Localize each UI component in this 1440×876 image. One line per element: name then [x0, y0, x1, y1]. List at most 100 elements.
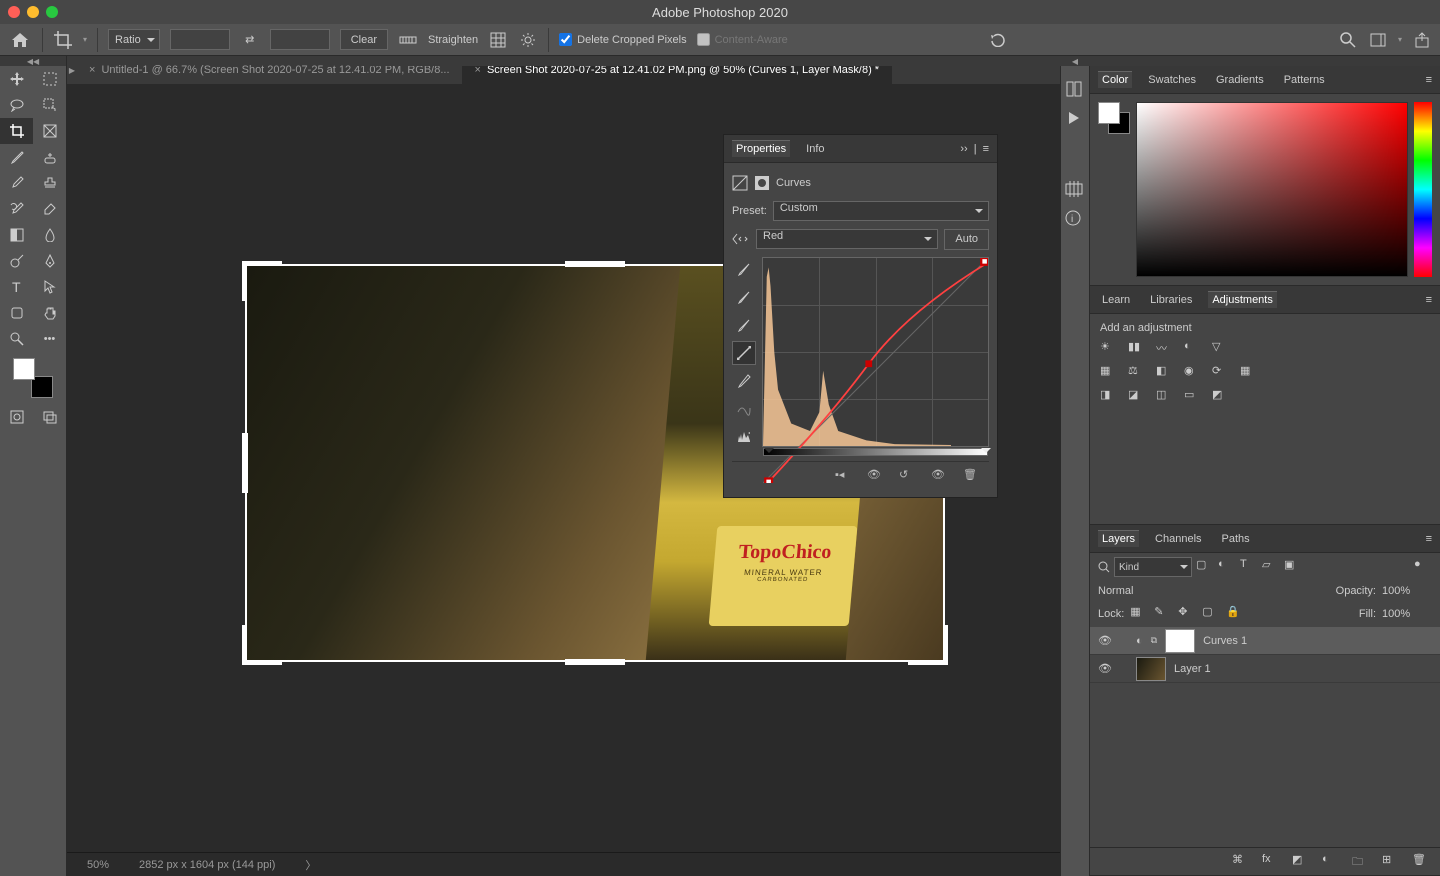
history-brush-tool[interactable]	[0, 196, 33, 222]
color-balance-icon[interactable]: ⚖	[1128, 364, 1146, 382]
selective-color-icon[interactable]: ◩	[1212, 388, 1230, 406]
threshold-icon[interactable]: ◫	[1156, 388, 1174, 406]
layer-name[interactable]: Curves 1	[1203, 635, 1247, 647]
swap-dimensions-icon[interactable]: ⇄	[240, 30, 260, 50]
layer-row-curves[interactable]: 👁 ◐ ⧉ Curves 1	[1090, 627, 1440, 655]
color-picker[interactable]	[1136, 102, 1408, 277]
filter-toggle-icon[interactable]: ●	[1414, 558, 1432, 576]
status-expand-icon[interactable]: 〉	[305, 857, 316, 873]
visibility-icon[interactable]: 👁	[1098, 662, 1112, 675]
dock-icon[interactable]: |	[974, 143, 977, 155]
minimize-window[interactable]	[27, 6, 39, 18]
filter-pixel-icon[interactable]: ▢	[1196, 558, 1214, 576]
swatches-tab[interactable]: Swatches	[1144, 72, 1200, 88]
photo-filter-icon[interactable]: ◉	[1184, 364, 1202, 382]
filter-search-icon[interactable]	[1098, 561, 1110, 573]
close-window[interactable]	[8, 6, 20, 18]
ratio-dropdown[interactable]: Ratio	[108, 29, 160, 50]
collapse-panel-icon[interactable]: ››	[960, 143, 967, 155]
more-tools[interactable]: •••	[33, 326, 66, 352]
posterize-icon[interactable]: ◪	[1128, 388, 1146, 406]
delete-layer-icon[interactable]: 🗑	[1412, 853, 1430, 871]
link-mask-icon[interactable]: ⧉	[1151, 635, 1157, 646]
filter-adj-icon[interactable]: ◐	[1218, 558, 1236, 576]
adjust-preset-icon[interactable]	[1065, 180, 1085, 200]
lasso-tool[interactable]	[0, 92, 33, 118]
channel-dropdown[interactable]: Red	[756, 229, 938, 249]
gradient-map-icon[interactable]: ▭	[1184, 388, 1202, 406]
sample-white-icon[interactable]	[732, 257, 756, 281]
libraries-tab[interactable]: Libraries	[1146, 292, 1196, 308]
document-dimensions[interactable]: 2852 px x 1604 px (144 ppi)	[139, 859, 275, 871]
edit-points-icon[interactable]	[732, 341, 756, 365]
eyedropper-tool[interactable]	[0, 144, 33, 170]
delete-cropped-checkbox[interactable]: Delete Cropped Pixels	[559, 33, 686, 46]
lock-transparency-icon[interactable]: ▦	[1130, 605, 1148, 623]
patterns-tab[interactable]: Patterns	[1280, 72, 1329, 88]
adjustment-badge-icon[interactable]: ◐	[1136, 635, 1143, 647]
blur-tool[interactable]	[33, 222, 66, 248]
stamp-tool[interactable]	[33, 170, 66, 196]
brightness-icon[interactable]: ☀	[1100, 340, 1118, 358]
panel-menu-icon[interactable]: ≡	[1426, 533, 1432, 545]
curves-icon[interactable]: 〰	[1156, 340, 1174, 358]
hand-tool[interactable]	[33, 300, 66, 326]
invert-icon[interactable]: ◨	[1100, 388, 1118, 406]
panel-menu-icon[interactable]: ≡	[1426, 294, 1432, 306]
history-icon[interactable]	[1065, 80, 1085, 100]
healing-brush-tool[interactable]	[33, 144, 66, 170]
dodge-tool[interactable]	[0, 248, 33, 274]
pen-tool[interactable]	[33, 248, 66, 274]
marquee-tool[interactable]	[33, 66, 66, 92]
layers-tab[interactable]: Layers	[1098, 530, 1139, 547]
smooth-curve-icon[interactable]	[732, 397, 756, 421]
info-tab[interactable]: Info	[802, 141, 828, 157]
link-layers-icon[interactable]: ⌘	[1232, 853, 1250, 871]
clear-button[interactable]: Clear	[340, 29, 388, 50]
layer-row-image[interactable]: 👁 Layer 1	[1090, 655, 1440, 683]
move-tool[interactable]	[0, 66, 33, 92]
type-tool[interactable]: T	[0, 274, 33, 300]
sample-gray-icon[interactable]	[732, 285, 756, 309]
height-input[interactable]	[270, 29, 330, 50]
visibility-icon[interactable]: 👁	[1098, 634, 1112, 647]
quick-select-tool[interactable]	[33, 92, 66, 118]
color-swatches[interactable]	[13, 358, 53, 398]
learn-tab[interactable]: Learn	[1098, 292, 1134, 308]
gradients-tab[interactable]: Gradients	[1212, 72, 1268, 88]
straighten-icon[interactable]	[398, 30, 418, 50]
blend-mode-dropdown[interactable]: Normal	[1098, 585, 1213, 597]
layer-thumb[interactable]	[1136, 657, 1166, 681]
preset-dropdown[interactable]: Custom	[773, 201, 989, 221]
filter-type-icon[interactable]: T	[1240, 558, 1258, 576]
collapse-dock-icon[interactable]: ◀	[355, 56, 1440, 66]
channels-tab[interactable]: Channels	[1151, 531, 1205, 547]
filter-shape-icon[interactable]: ▱	[1262, 558, 1280, 576]
reset-crop-icon[interactable]	[988, 30, 1008, 50]
auto-button[interactable]: Auto	[944, 229, 989, 250]
filter-kind-dropdown[interactable]: Kind	[1114, 557, 1192, 577]
zoom-level[interactable]: 50%	[87, 859, 109, 871]
mask-icon[interactable]	[754, 175, 770, 191]
levels-icon[interactable]: ▮▮	[1128, 340, 1146, 358]
vibrance-icon[interactable]: ▽	[1212, 340, 1230, 358]
new-group-icon[interactable]: 🗀	[1352, 853, 1370, 871]
lock-paint-icon[interactable]: ✎	[1154, 605, 1172, 623]
frame-tool[interactable]	[33, 118, 66, 144]
color-lookup-icon[interactable]: ▦	[1240, 364, 1258, 382]
curves-graph[interactable]	[762, 257, 989, 447]
width-input[interactable]	[170, 29, 230, 50]
layer-style-icon[interactable]: fx	[1262, 853, 1280, 871]
info-panel-icon[interactable]: i	[1065, 210, 1085, 230]
quick-mask-tool[interactable]	[0, 404, 33, 430]
histogram-toggle-icon[interactable]	[732, 425, 756, 449]
collapse-dock-icon[interactable]: ▶	[67, 65, 77, 75]
collapse-panel-icon[interactable]: ◀◀	[0, 56, 66, 66]
targeted-adj-icon[interactable]	[732, 232, 750, 246]
screen-mode-tool[interactable]	[33, 404, 66, 430]
new-adjustment-icon[interactable]: ◐	[1322, 853, 1340, 871]
hue-sat-icon[interactable]: ▦	[1100, 364, 1118, 382]
overlay-grid-icon[interactable]	[488, 30, 508, 50]
fill-input[interactable]: 100%	[1382, 608, 1432, 620]
brush-tool[interactable]	[0, 170, 33, 196]
